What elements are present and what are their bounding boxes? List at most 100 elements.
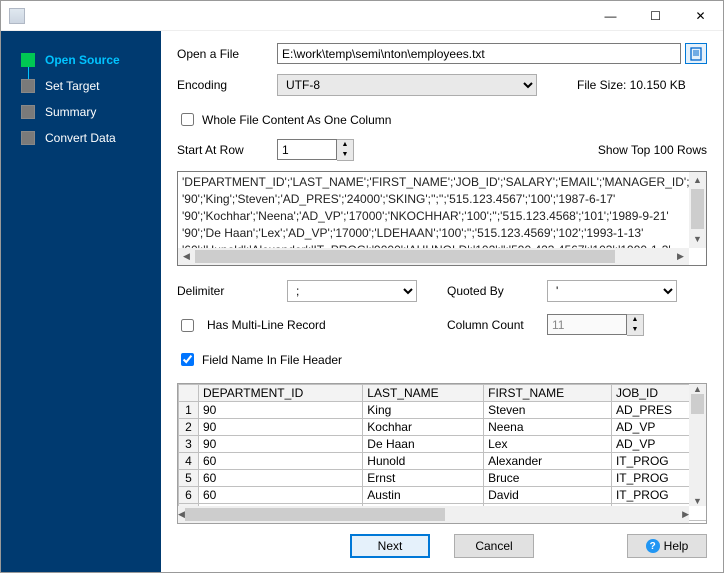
column-header[interactable]: LAST_NAME (363, 385, 484, 402)
file-path-input[interactable] (277, 43, 681, 64)
encoding-select[interactable]: UTF-8 (277, 74, 537, 96)
wizard-window: — ☐ ✕ Open Source Set Target Summary Con… (0, 0, 724, 573)
open-file-label: Open a File (177, 47, 277, 61)
browse-file-button[interactable] (685, 43, 707, 64)
step-label: Set Target (45, 79, 99, 93)
encoding-label: Encoding (177, 78, 277, 92)
scroll-right-icon[interactable]: ▶ (672, 248, 689, 265)
scroll-down-icon[interactable]: ▼ (689, 496, 706, 506)
step-set-target[interactable]: Set Target (1, 73, 161, 99)
cell[interactable]: Ernst (363, 470, 484, 487)
row-number: 6 (179, 487, 199, 504)
scroll-left-icon[interactable]: ◀ (178, 506, 185, 523)
preview-line: '90';'De Haan';'Lex';'AD_VP';'17000';'LD… (182, 225, 702, 242)
main-panel: Open a File Encoding UTF-8 File Size: 10… (161, 31, 723, 572)
close-button[interactable]: ✕ (678, 1, 723, 31)
cancel-button[interactable]: Cancel (454, 534, 534, 558)
titlebar: — ☐ ✕ (1, 1, 723, 31)
scroll-up-icon[interactable]: ▲ (689, 172, 706, 189)
delimiter-label: Delimiter (177, 284, 277, 298)
quoted-by-label: Quoted By (447, 284, 537, 298)
table-row[interactable]: 460HunoldAlexanderIT_PROG9000AHUNOLD (179, 453, 708, 470)
step-convert-data[interactable]: Convert Data (1, 125, 161, 151)
cell[interactable]: De Haan (363, 436, 484, 453)
cell[interactable]: Neena (484, 419, 612, 436)
cell[interactable]: Bruce (484, 470, 612, 487)
step-status-icon (21, 53, 35, 67)
step-label: Open Source (45, 53, 120, 67)
help-button[interactable]: ? Help (627, 534, 707, 558)
row-number: 3 (179, 436, 199, 453)
step-status-icon (21, 131, 35, 145)
cell[interactable]: 60 (199, 470, 363, 487)
show-top-label: Show Top 100 Rows (598, 143, 707, 157)
table-row[interactable]: 660AustinDavidIT_PROG4800DAUSTIN (179, 487, 708, 504)
scroll-right-icon[interactable]: ▶ (682, 506, 689, 523)
table-row[interactable]: 560ErnstBruceIT_PROG6000BERNST (179, 470, 708, 487)
file-size-label: File Size: 10.150 KB (577, 78, 686, 92)
multiline-label: Has Multi-Line Record (207, 318, 326, 332)
row-header-corner (179, 385, 199, 402)
maximize-button[interactable]: ☐ (633, 1, 678, 31)
cell[interactable]: 90 (199, 436, 363, 453)
cell[interactable]: 90 (199, 402, 363, 419)
minimize-button[interactable]: — (588, 1, 633, 31)
header-checkbox[interactable] (181, 353, 194, 366)
header-label: Field Name In File Header (202, 353, 342, 367)
row-number: 5 (179, 470, 199, 487)
row-number: 1 (179, 402, 199, 419)
cell[interactable]: Steven (484, 402, 612, 419)
data-grid[interactable]: DEPARTMENT_IDLAST_NAMEFIRST_NAMEJOB_IDSA… (177, 383, 707, 524)
column-count-input[interactable] (547, 314, 627, 335)
quoted-by-select[interactable]: ' (547, 280, 677, 302)
delimiter-select[interactable]: ; (287, 280, 417, 302)
scroll-down-icon[interactable]: ▼ (689, 231, 706, 248)
preview-hscroll[interactable]: ◀ ▶ (178, 248, 689, 265)
start-row-spinner[interactable]: ▲▼ (337, 139, 354, 161)
file-preview[interactable]: 'DEPARTMENT_ID';'LAST_NAME';'FIRST_NAME'… (177, 171, 707, 266)
document-icon (689, 47, 703, 61)
step-label: Convert Data (45, 131, 116, 145)
grid-vscroll[interactable]: ▲ ▼ (689, 384, 706, 506)
start-row-input[interactable] (277, 139, 337, 160)
cell[interactable]: Lex (484, 436, 612, 453)
table-row[interactable]: 390De HaanLexAD_VP17000LDEHAAN (179, 436, 708, 453)
whole-file-label: Whole File Content As One Column (202, 113, 391, 127)
step-open-source[interactable]: Open Source (1, 47, 161, 73)
step-summary[interactable]: Summary (1, 99, 161, 125)
column-count-spinner[interactable]: ▲▼ (627, 314, 644, 336)
start-row-label: Start At Row (177, 143, 277, 157)
preview-line: '90';'King';'Steven';'AD_PRES';'24000';'… (182, 191, 702, 208)
multiline-checkbox[interactable] (181, 319, 194, 332)
cell[interactable]: Alexander (484, 453, 612, 470)
cell[interactable]: Hunold (363, 453, 484, 470)
cell[interactable]: 60 (199, 487, 363, 504)
step-status-icon (21, 79, 35, 93)
next-button[interactable]: Next (350, 534, 430, 558)
scroll-left-icon[interactable]: ◀ (178, 248, 195, 265)
row-number: 4 (179, 453, 199, 470)
row-number: 2 (179, 419, 199, 436)
scroll-up-icon[interactable]: ▲ (689, 384, 706, 394)
preview-vscroll[interactable]: ▲ ▼ (689, 172, 706, 248)
wizard-sidebar: Open Source Set Target Summary Convert D… (1, 31, 161, 572)
app-icon (9, 8, 25, 24)
step-label: Summary (45, 105, 96, 119)
cell[interactable]: 60 (199, 453, 363, 470)
grid-hscroll[interactable]: ◀ ▶ (178, 506, 689, 523)
table-row[interactable]: 290KochharNeenaAD_VP17000NKOCHHA (179, 419, 708, 436)
column-count-label: Column Count (447, 318, 537, 332)
column-header[interactable]: DEPARTMENT_ID (199, 385, 363, 402)
column-header[interactable]: FIRST_NAME (484, 385, 612, 402)
preview-line: '90';'Kochhar';'Neena';'AD_VP';'17000';'… (182, 208, 702, 225)
cell[interactable]: 90 (199, 419, 363, 436)
help-icon: ? (646, 539, 660, 553)
cell[interactable]: David (484, 487, 612, 504)
step-status-icon (21, 105, 35, 119)
table-row[interactable]: 190KingStevenAD_PRES24000SKING (179, 402, 708, 419)
preview-line: 'DEPARTMENT_ID';'LAST_NAME';'FIRST_NAME'… (182, 174, 702, 191)
cell[interactable]: Austin (363, 487, 484, 504)
cell[interactable]: Kochhar (363, 419, 484, 436)
whole-file-checkbox[interactable] (181, 113, 194, 126)
cell[interactable]: King (363, 402, 484, 419)
